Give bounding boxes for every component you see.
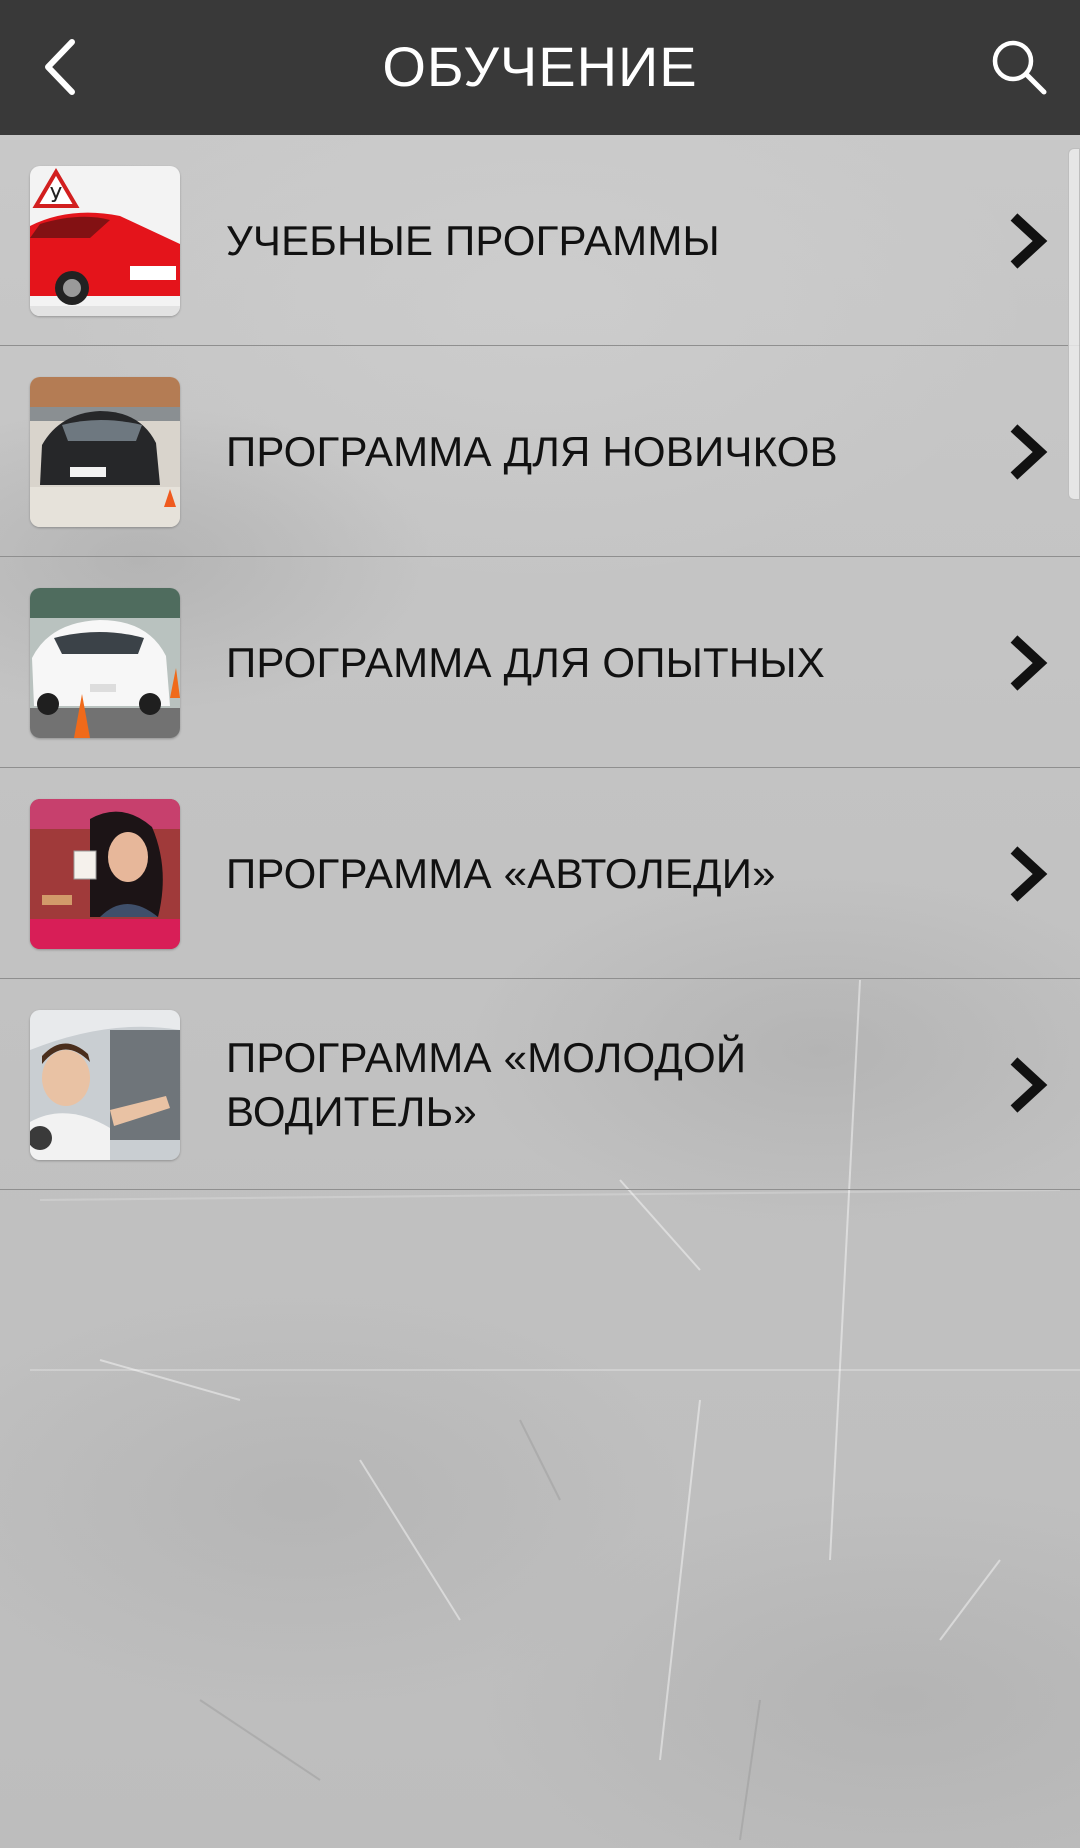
chevron-right-icon (1010, 1057, 1048, 1113)
list-item-beginners[interactable]: ПРОГРАММА ДЛЯ НОВИЧКОВ (0, 346, 1080, 557)
scrollbar[interactable] (1068, 148, 1080, 500)
woman-driver-thumbnail (30, 799, 180, 949)
black-car-thumbnail (30, 377, 180, 527)
app-header: ОБУЧЕНИЕ (0, 0, 1080, 135)
search-icon[interactable] (988, 36, 1050, 98)
chevron-right-icon (1010, 213, 1048, 269)
list-item-label: УЧЕБНЫЕ ПРОГРАММЫ (226, 216, 720, 264)
list-item-label: ПРОГРАММА «АВТОЛЕДИ» (226, 849, 776, 897)
list-item-autoledi[interactable]: ПРОГРАММА «АВТОЛЕДИ» (0, 768, 1080, 979)
list-item-label: ПРОГРАММА ДЛЯ НОВИЧКОВ (226, 427, 838, 475)
page-title: ОБУЧЕНИЕ (382, 35, 698, 98)
chevron-right-icon (1010, 846, 1048, 902)
young-driver-thumbnail (30, 1010, 180, 1160)
list-item-label: ПРОГРАММА «МОЛОДОЙ ВОДИТЕЛЬ» (226, 1033, 747, 1135)
svg-text:У: У (50, 183, 62, 207)
list-item-young-driver[interactable]: ПРОГРАММА «МОЛОДОЙ ВОДИТЕЛЬ» (0, 979, 1080, 1190)
program-list: У УЧЕБНЫЕ ПРОГРАММЫ ПРОГРАММА ДЛЯ НОВИЧК… (0, 135, 1080, 1190)
red-car-thumbnail: У (30, 166, 180, 316)
list-item-experienced[interactable]: ПРОГРАММА ДЛЯ ОПЫТНЫХ (0, 557, 1080, 768)
list-item-label: ПРОГРАММА ДЛЯ ОПЫТНЫХ (226, 638, 825, 686)
list-item-study-programs[interactable]: У УЧЕБНЫЕ ПРОГРАММЫ (0, 135, 1080, 346)
white-car-thumbnail (30, 588, 180, 738)
chevron-right-icon (1010, 635, 1048, 691)
chevron-right-icon (1010, 424, 1048, 480)
